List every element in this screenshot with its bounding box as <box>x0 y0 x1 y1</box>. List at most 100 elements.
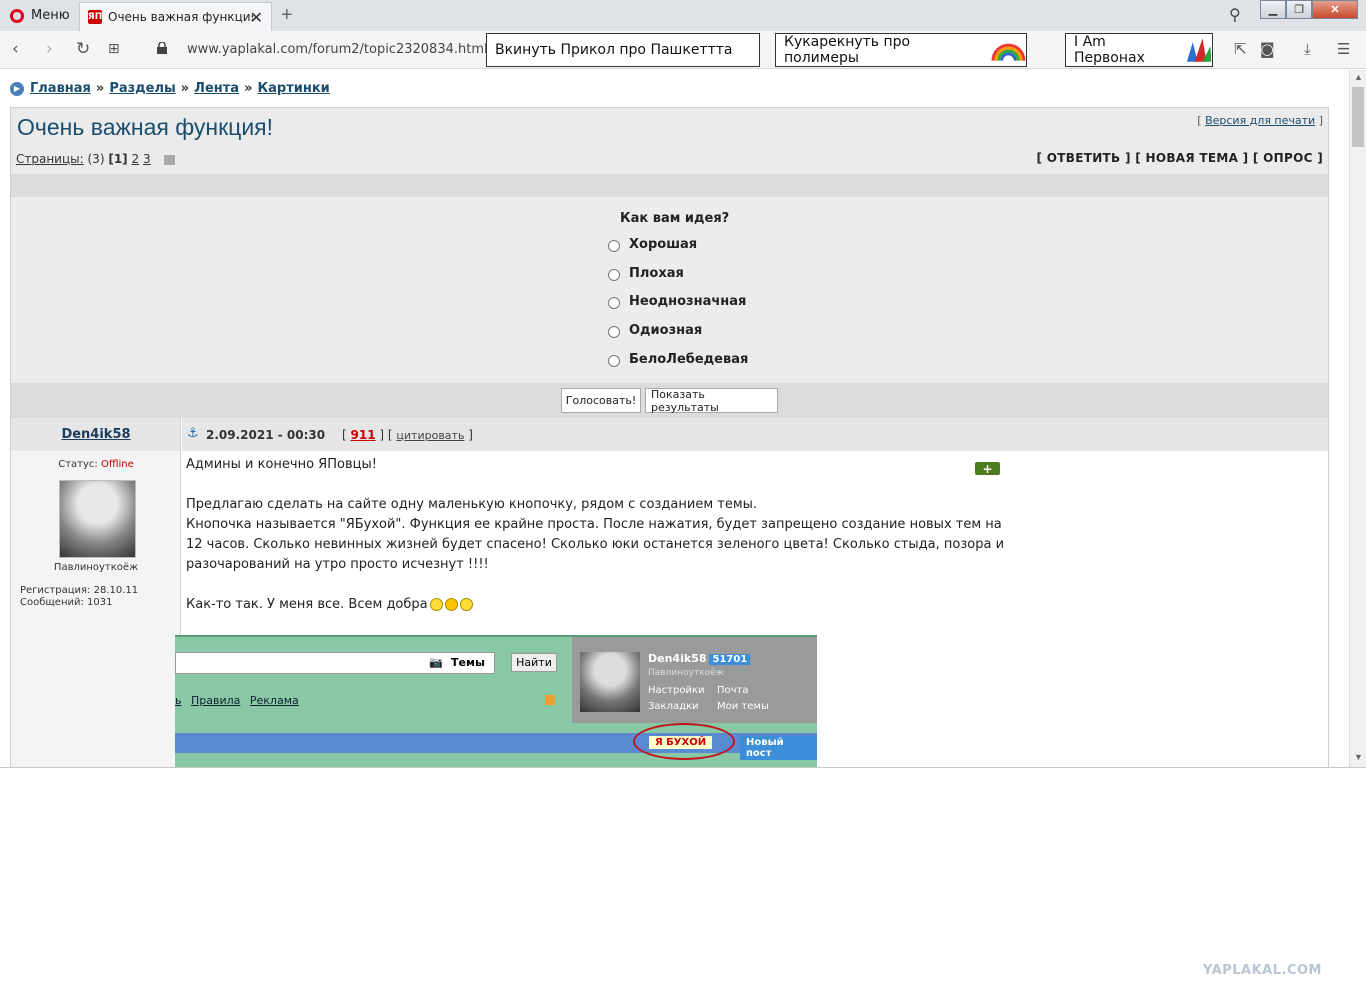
forward-icon[interactable]: › <box>46 39 53 59</box>
post-author-column: Статус: Offline Павлиноуткоёж Регистраци… <box>11 451 181 767</box>
minimize-icon[interactable]: ▁ <box>1260 0 1286 19</box>
pages-label[interactable]: Страницы: <box>16 152 84 166</box>
post-author-header: Den4ik58 <box>11 418 181 451</box>
print-bracket-close: ] <box>1318 114 1323 127</box>
post-date: 2.09.2021 - 00:30 <box>206 428 326 442</box>
new-tab-icon[interactable]: + <box>281 4 293 27</box>
post-image[interactable]: 📷 Темы Найти ь Правила Реклама Den4ik58 5… <box>175 635 817 767</box>
yaplakal-favicon-icon: ЯП <box>87 10 103 24</box>
reload-icon[interactable]: ↻ <box>76 39 90 59</box>
rating-bracket-open: [ <box>342 428 347 442</box>
anchor-icon[interactable]: ⚓ <box>187 426 199 441</box>
message-count: Сообщений: 1031 <box>20 597 113 608</box>
post-text-line: разочарований на утро просто исчезнут !!… <box>186 557 489 572</box>
poll-option[interactable]: Хорошая <box>608 237 697 252</box>
image-find-button: Найти <box>511 653 557 672</box>
page-link-3[interactable]: 3 <box>143 152 151 166</box>
radio-button[interactable] <box>608 326 620 338</box>
radio-button[interactable] <box>608 240 620 252</box>
browser-window: Меню ЯП Очень важная функция! - ✕ + ⚲ ▁ … <box>0 0 1366 768</box>
user-stats: Регистрация: 28.10.11 Сообщений: 1031 <box>20 585 138 609</box>
ad-banner-1-label: Вкинуть Прикол про Пашкеттта <box>495 42 733 58</box>
poll-option[interactable]: БелоЛебедевая <box>608 352 748 367</box>
rating-bracket-close: ] <box>468 428 473 442</box>
snapshot-icon[interactable]: ◙ <box>1260 40 1275 58</box>
image-user-title: Павлиноуткоёж <box>648 668 724 678</box>
show-results-button[interactable]: Показать результаты <box>645 388 778 414</box>
avatar[interactable] <box>59 480 136 558</box>
radio-button[interactable] <box>608 297 620 309</box>
pages-dropdown-icon[interactable] <box>164 154 176 165</box>
maximize-icon[interactable]: ❐ <box>1286 0 1312 19</box>
image-link-partial: ь <box>175 694 182 707</box>
ad-banner-2[interactable]: Кукарекнуть про полимеры <box>775 33 1027 67</box>
download-icon[interactable]: ⤓ <box>1304 40 1311 58</box>
opera-menu-button[interactable]: Меню <box>0 0 78 31</box>
pages-count: (3) <box>87 152 105 166</box>
vertical-scrollbar[interactable]: ▲ ▼ <box>1349 70 1366 767</box>
tab-active[interactable]: ЯП Очень важная функция! - ✕ <box>79 2 272 31</box>
breadcrumb-home[interactable]: Главная <box>30 81 91 96</box>
current-page: [1] <box>108 152 128 166</box>
radio-button[interactable] <box>608 355 620 367</box>
scrollbar-thumb[interactable] <box>1352 87 1364 147</box>
post-text-line: 12 часов. Сколько невинных жизней будет … <box>186 537 1005 552</box>
breadcrumb-feed[interactable]: Лента <box>194 81 239 96</box>
search-icon[interactable]: ⚲ <box>1229 5 1241 25</box>
poll-option-label: Хорошая <box>629 237 698 252</box>
ad-banner-3[interactable]: I Am Первонах <box>1065 33 1213 67</box>
image-username-text: Den4ik58 <box>648 652 707 665</box>
username-link[interactable]: Den4ik58 <box>11 427 181 442</box>
quote-link[interactable]: цитировать <box>396 429 464 442</box>
poll-option-label: Плохая <box>629 266 684 281</box>
post-text-line: Админы и конечно ЯПовцы! <box>186 457 377 472</box>
post-text-line: Предлагаю сделать на сайте одну маленьку… <box>186 497 758 512</box>
registration-date: Регистрация: 28.10.11 <box>20 585 139 596</box>
image-search-field: 📷 Темы <box>175 652 495 674</box>
divider-bar <box>11 174 1328 197</box>
url-field[interactable]: www.yaplakal.com/forum2/topic2320834.htm… <box>187 42 488 57</box>
lock-icon <box>157 42 167 54</box>
post-text-line: Кнопочка называется "ЯБухой". Функция ее… <box>186 517 1002 532</box>
screenshot-image: 📷 Темы Найти ь Правила Реклама Den4ik58 5… <box>175 635 817 767</box>
breadcrumb-sections[interactable]: Разделы <box>109 81 175 96</box>
poll-option[interactable]: Одиозная <box>608 323 702 338</box>
scroll-down-icon[interactable]: ▼ <box>1354 752 1363 762</box>
opera-logo-icon <box>10 8 24 23</box>
status-value: Offline <box>100 459 134 470</box>
rating-value[interactable]: 911 <box>351 428 376 442</box>
scroll-up-icon[interactable]: ▲ <box>1354 72 1363 82</box>
close-window-icon[interactable]: ✕ <box>1312 0 1358 19</box>
image-avatar <box>580 652 640 712</box>
page-title: Очень важная функция! <box>17 114 274 140</box>
page-link-2[interactable]: 2 <box>131 152 139 166</box>
topic-actions[interactable]: [ ОТВЕТИТЬ ] [ НОВАЯ ТЕМА ] [ ОПРОС ] <box>1037 151 1323 165</box>
back-icon[interactable]: ‹ <box>12 39 19 59</box>
beer-smile-icon <box>459 598 473 611</box>
radio-button[interactable] <box>608 269 620 281</box>
image-menu-bookmarks: Закладки <box>648 701 699 712</box>
tab-bar: Меню ЯП Очень важная функция! - ✕ + ⚲ ▁ … <box>0 0 1366 31</box>
site-watermark: YAPLAKAL.COM <box>1203 963 1322 978</box>
poll: Как вам идея? Хорошая Плохая Неоднозначн… <box>11 197 1328 383</box>
post-meta-header: ⚓ 2.09.2021 - 00:30 [ 911 ] [ цитировать… <box>182 418 1328 451</box>
poll-option[interactable]: Плохая <box>608 266 684 281</box>
ad-banner-1[interactable]: Вкинуть Прикол про Пашкеттта <box>486 33 760 67</box>
poll-option[interactable]: Неоднозначная <box>608 294 746 309</box>
send-icon[interactable]: ⇱ <box>1234 40 1247 58</box>
status-label: Статус: <box>58 459 98 470</box>
vote-button[interactable]: Голосовать! <box>561 388 641 413</box>
close-tab-icon[interactable]: ✕ <box>250 8 263 27</box>
beer-smile-icon <box>444 598 458 611</box>
post-body: Админы и конечно ЯПовцы! Предлагаю сдела… <box>186 451 1006 615</box>
tab-title: Очень важная функция! - <box>108 10 253 24</box>
forum-nav-icon: ▶ <box>10 81 24 96</box>
image-menu-settings: Настройки <box>648 685 705 696</box>
speed-dial-icon[interactable]: ⊞ <box>108 41 120 57</box>
image-menu-row: Настройки Почта <box>648 685 786 696</box>
breadcrumb-pictures[interactable]: Картинки <box>257 81 329 96</box>
rating-bracket-mid: ] [ <box>379 428 393 442</box>
address-bar: ‹ › ↻ ⊞ www.yaplakal.com/forum2/topic232… <box>0 31 1366 69</box>
print-version-link[interactable]: Версия для печати <box>1205 114 1315 127</box>
easy-setup-icon[interactable]: ☰ <box>1337 40 1350 58</box>
